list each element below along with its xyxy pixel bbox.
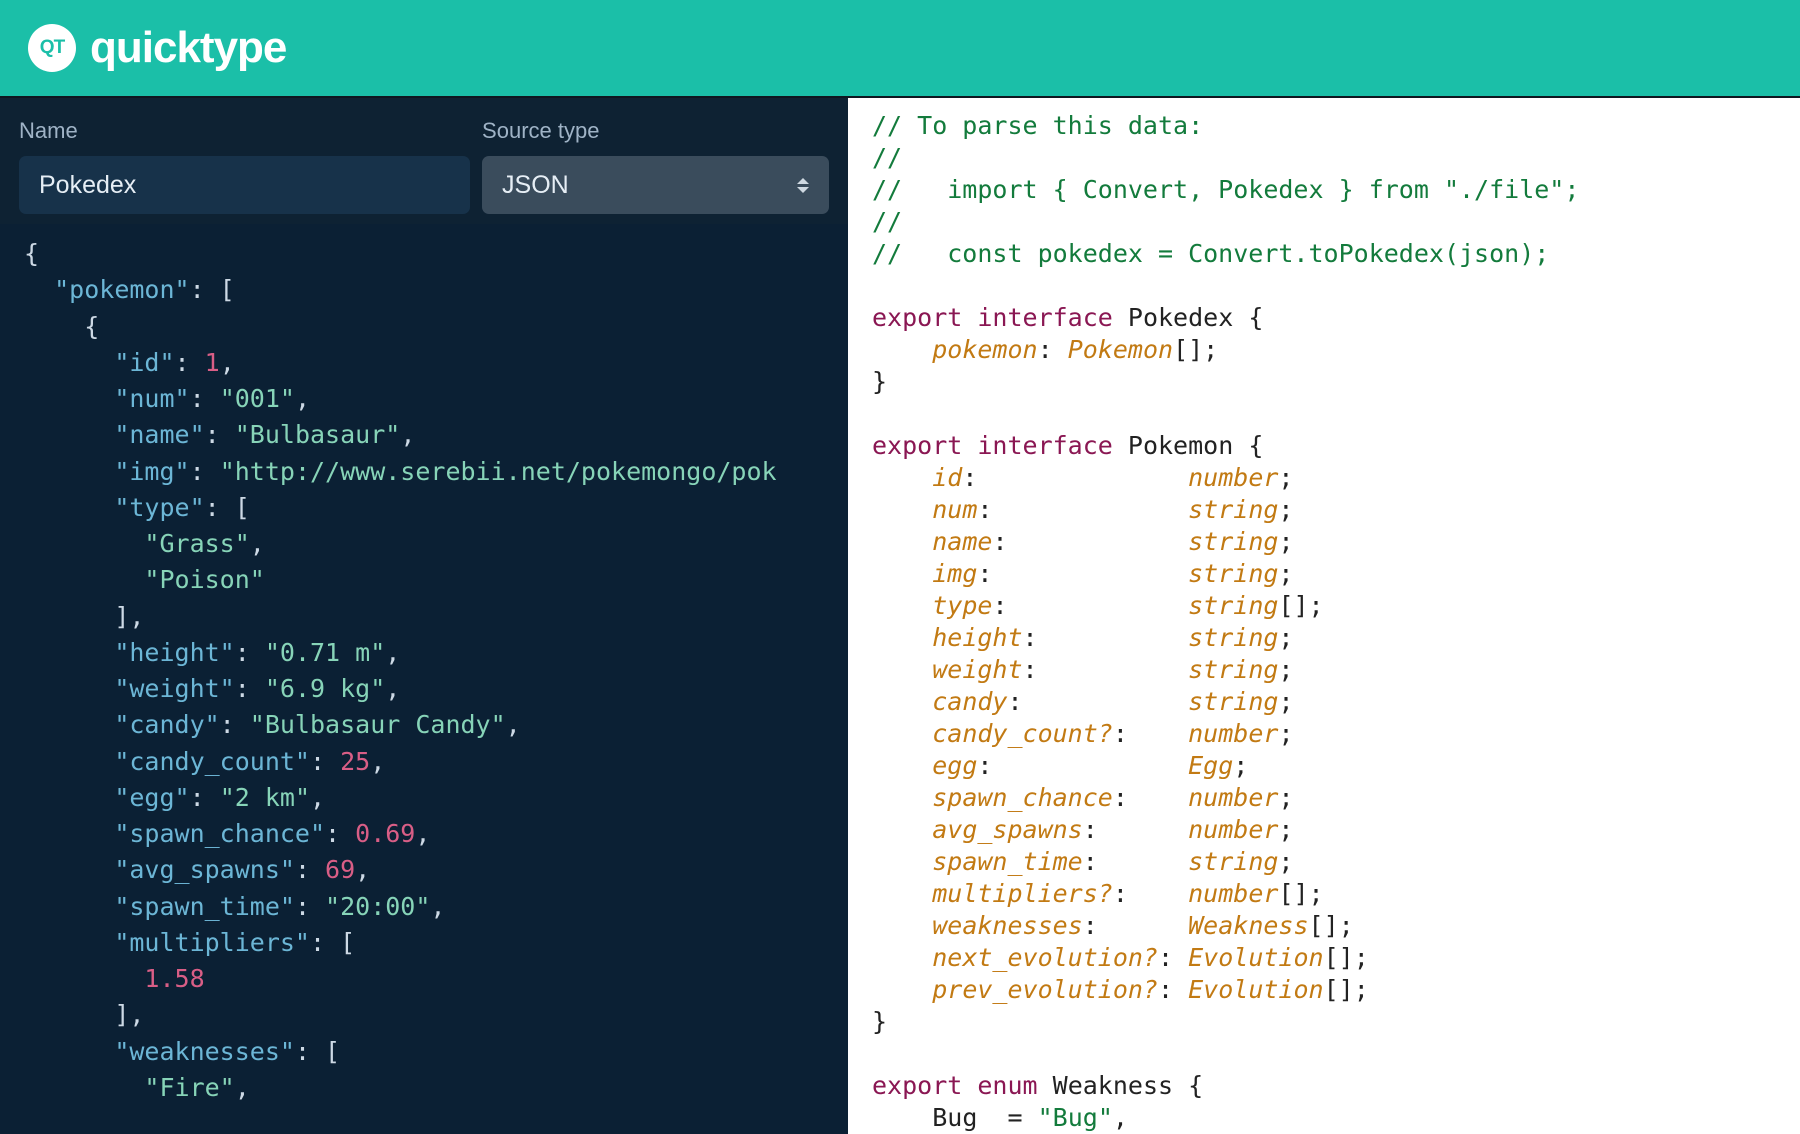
- app-header: QT quicktype: [0, 0, 1800, 96]
- chevron-updown-icon: [797, 178, 809, 193]
- code-output-panel[interactable]: // To parse this data: // // import { Co…: [848, 98, 1800, 1134]
- source-type-value: JSON: [502, 171, 569, 200]
- logo-text: quicktype: [90, 23, 286, 73]
- source-type-label: Source type: [482, 118, 829, 144]
- name-label: Name: [19, 118, 470, 144]
- app-logo[interactable]: QT quicktype: [28, 23, 286, 73]
- input-panel: Name Source type JSON { "pokemon": [ { "…: [0, 98, 848, 1134]
- name-input[interactable]: [19, 156, 470, 214]
- logo-badge-icon: QT: [28, 24, 76, 72]
- source-type-select[interactable]: JSON: [482, 156, 829, 214]
- json-input-editor[interactable]: { "pokemon": [ { "id": 1, "num": "001", …: [0, 224, 848, 1134]
